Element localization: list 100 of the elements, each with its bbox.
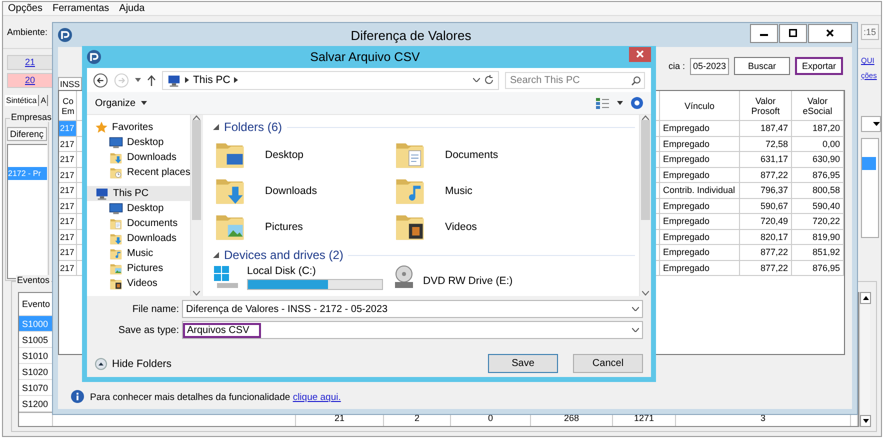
- star-icon: [95, 121, 108, 134]
- folder-icon: [109, 246, 123, 260]
- nav-item[interactable]: This PC: [87, 186, 190, 201]
- nav-item[interactable]: Videos: [87, 276, 190, 291]
- nav-item[interactable]: Pictures: [87, 261, 190, 276]
- period-label: cia :: [668, 61, 685, 71]
- help-icon[interactable]: [631, 97, 643, 109]
- table-cell[interactable]: S1200: [19, 396, 53, 411]
- scroll-down-icon[interactable]: [193, 291, 200, 296]
- search-button[interactable]: Buscar: [734, 57, 790, 75]
- folder-item[interactable]: Videos: [393, 209, 635, 245]
- drive-item[interactable]: DVD RW Drive (E:): [393, 265, 635, 293]
- hide-folders-button[interactable]: Hide Folders: [112, 358, 172, 370]
- app-logo-icon: [87, 50, 101, 64]
- up-arrow-icon[interactable]: [147, 74, 156, 86]
- folder-icon: [109, 166, 123, 180]
- count-link[interactable]: 21: [7, 55, 53, 70]
- organize-menu[interactable]: Organize: [95, 98, 147, 108]
- maximize-button[interactable]: [779, 24, 807, 42]
- address-bar[interactable]: This PC: [162, 70, 499, 90]
- view-options-icon[interactable]: [596, 98, 609, 108]
- field-label: File name:: [131, 304, 179, 314]
- table-cell[interactable]: 217: [59, 260, 77, 276]
- minimize-button[interactable]: [750, 24, 778, 42]
- search-field[interactable]: Search This PC: [505, 72, 645, 88]
- close-button[interactable]: [808, 24, 852, 42]
- table-cell[interactable]: 217: [59, 168, 77, 183]
- help-link[interactable]: clique aqui.: [292, 392, 341, 403]
- count-link[interactable]: 20: [7, 73, 53, 88]
- menu-item[interactable]: Ajuda: [114, 3, 150, 14]
- folder-item[interactable]: Music: [393, 173, 635, 209]
- nav-item[interactable]: Documents: [87, 216, 190, 231]
- time-field: :15: [861, 24, 879, 40]
- tab[interactable]: Sintética: [5, 95, 39, 106]
- nav-item[interactable]: Downloads: [87, 231, 190, 246]
- dropdown[interactable]: [861, 116, 881, 132]
- table-cell[interactable]: S1020: [19, 364, 53, 379]
- folder-item[interactable]: Desktop: [213, 137, 393, 173]
- save-button[interactable]: Save: [488, 354, 558, 373]
- caret-icon[interactable]: [617, 101, 623, 105]
- tab[interactable]: INSS: [58, 77, 82, 90]
- table-cell: 877,22: [740, 260, 792, 276]
- folder-item[interactable]: Pictures: [213, 209, 393, 245]
- scroll-up-icon[interactable]: [193, 115, 200, 120]
- section-title: Folders (6): [224, 120, 282, 134]
- nav-item[interactable]: Desktop: [87, 135, 190, 150]
- cancel-button[interactable]: Cancel: [573, 354, 643, 373]
- scrollbar[interactable]: [639, 115, 651, 296]
- export-button[interactable]: Exportar: [795, 57, 843, 75]
- dropdown[interactable]: Diferenç: [7, 127, 47, 141]
- table-cell[interactable]: S1070: [19, 380, 53, 395]
- drive-item[interactable]: Local Disk (C:): [213, 265, 393, 293]
- table-cell[interactable]: 217: [59, 136, 77, 152]
- tab[interactable]: A: [40, 95, 48, 106]
- table-cell: 630,90: [792, 152, 844, 168]
- menu-item[interactable]: Opções: [3, 3, 48, 14]
- collapse-icon[interactable]: [95, 358, 107, 370]
- collapse-icon[interactable]: [213, 252, 219, 258]
- table-cell[interactable]: 217: [59, 230, 77, 245]
- folder-icon: [109, 216, 123, 230]
- nav-item[interactable]: Downloads: [87, 150, 190, 165]
- column-header: Valor Prosoft: [740, 91, 792, 121]
- section-title: Devices and drives (2): [224, 248, 344, 262]
- table-cell[interactable]: 217: [59, 198, 77, 214]
- scrollbar[interactable]: [190, 115, 202, 296]
- table-cell: 720,22: [792, 214, 844, 230]
- scroll-up-icon[interactable]: [642, 115, 649, 120]
- caret-icon[interactable]: [632, 328, 639, 332]
- file-name-field[interactable]: Diferença de Valores - INSS - 2172 - 05-2023: [182, 300, 643, 318]
- collapse-icon[interactable]: [213, 124, 219, 130]
- nav-item[interactable]: Recent places: [87, 165, 190, 180]
- scroll-down-icon[interactable]: [642, 291, 649, 296]
- search-icon: [631, 76, 641, 86]
- menu-item[interactable]: Ferramentas: [47, 3, 114, 14]
- period-field[interactable]: 05-2023: [690, 58, 729, 74]
- table-cell: Contrib. Individual: [660, 183, 740, 198]
- caret-icon[interactable]: [473, 78, 480, 82]
- table-cell[interactable]: 217: [59, 214, 77, 230]
- selection-highlight: [862, 157, 876, 170]
- caret-icon[interactable]: [135, 78, 141, 82]
- refresh-icon[interactable]: [484, 75, 494, 85]
- nav-item[interactable]: Music: [87, 246, 190, 261]
- back-icon[interactable]: [93, 72, 108, 88]
- folder-item[interactable]: Downloads: [213, 173, 393, 209]
- nav-item[interactable]: Desktop: [87, 201, 190, 216]
- table-cell[interactable]: 217: [59, 152, 77, 168]
- file-type-dropdown[interactable]: Arquivos CSV: [182, 321, 643, 339]
- table-cell: 187,20: [792, 121, 844, 136]
- table-cell: 187,47: [740, 121, 792, 136]
- nav-item[interactable]: Favorites: [87, 120, 190, 135]
- table-cell[interactable]: S1010: [19, 348, 53, 363]
- table-cell[interactable]: 217: [59, 183, 77, 198]
- table-cell[interactable]: S1005: [19, 332, 53, 347]
- folder-item[interactable]: Documents: [393, 137, 635, 173]
- table-cell[interactable]: 217: [59, 245, 77, 260]
- folder-icon: [109, 276, 123, 290]
- computer-icon: [167, 74, 181, 86]
- app-logo-icon: [58, 28, 72, 42]
- caret-icon[interactable]: [632, 307, 639, 311]
- info-icon: [71, 390, 84, 403]
